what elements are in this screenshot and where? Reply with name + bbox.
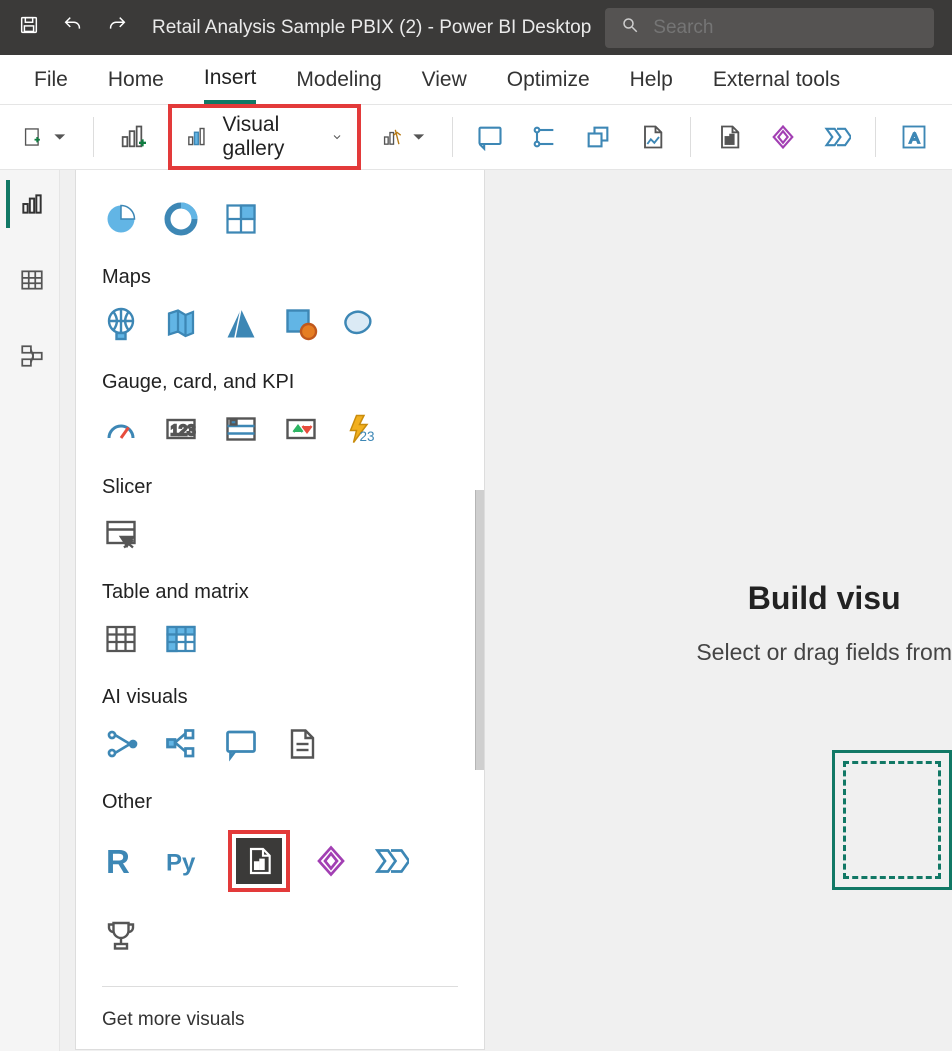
ribbon-separator <box>690 117 691 157</box>
redo-icon[interactable] <box>106 14 128 41</box>
undo-icon[interactable] <box>62 14 84 41</box>
tab-external-tools[interactable]: External tools <box>713 58 840 102</box>
gallery-section-maps: Maps <box>102 266 458 289</box>
shape-map-icon[interactable] <box>342 305 380 343</box>
visual-drop-target-inner <box>843 761 941 879</box>
search-input[interactable] <box>651 16 918 40</box>
paginated-report-visual-highlight[interactable] <box>228 830 290 892</box>
azure-map-icon[interactable] <box>222 305 260 343</box>
treemap-icon[interactable] <box>222 200 260 238</box>
gallery-section-gauge: Gauge, card, and KPI <box>102 371 458 394</box>
ai-visual-button[interactable] <box>377 114 434 160</box>
tab-file[interactable]: File <box>34 58 68 102</box>
gallery-section-slicer: Slicer <box>102 476 458 499</box>
new-page-button[interactable] <box>18 114 75 160</box>
map-globe-icon[interactable] <box>102 305 140 343</box>
new-visual-button[interactable] <box>112 114 152 160</box>
gallery-section-table: Table and matrix <box>102 581 458 604</box>
title-bar: Retail Analysis Sample PBIX (2) - Power … <box>0 0 952 55</box>
svg-text:Py: Py <box>166 850 196 877</box>
save-icon[interactable] <box>18 14 40 41</box>
shapes-button[interactable] <box>578 114 618 160</box>
search-box[interactable] <box>605 8 934 48</box>
smart-narrative-icon[interactable] <box>282 725 320 763</box>
visual-drop-target[interactable] <box>832 750 952 890</box>
gallery-divider <box>102 986 458 987</box>
donut-chart-icon[interactable] <box>162 200 200 238</box>
visual-gallery-label: Visual gallery <box>222 113 316 161</box>
filled-map-icon[interactable] <box>162 305 200 343</box>
canvas-area: Maps Gauge, card, and KPI 123 23 Slicer <box>0 170 952 1051</box>
get-more-visuals-link[interactable]: Get more visuals <box>102 999 458 1031</box>
tab-insert[interactable]: Insert <box>204 56 257 104</box>
key-influencers-icon[interactable] <box>102 725 140 763</box>
r-visual-icon[interactable]: R <box>102 842 140 880</box>
gauge-icon[interactable] <box>102 410 140 448</box>
ribbon-separator <box>452 117 453 157</box>
gallery-scrollbar[interactable] <box>475 490 485 770</box>
svg-text:123: 123 <box>171 422 196 439</box>
visual-gallery-panel: Maps Gauge, card, and KPI 123 23 Slicer <box>75 170 485 1050</box>
paginated-report-button[interactable] <box>709 114 749 160</box>
ribbon-separator <box>875 117 876 157</box>
report-view-button[interactable] <box>6 180 54 228</box>
ribbon-separator <box>93 117 94 157</box>
pie-chart-icon[interactable] <box>102 200 140 238</box>
gallery-section-other: Other <box>102 791 458 814</box>
tab-home[interactable]: Home <box>108 58 164 102</box>
kpi-icon[interactable] <box>282 410 320 448</box>
data-view-button[interactable] <box>6 256 54 304</box>
report-canvas[interactable]: Maps Gauge, card, and KPI 123 23 Slicer <box>60 170 952 1051</box>
power-apps-visual-icon[interactable] <box>312 842 350 880</box>
qna-icon[interactable] <box>222 725 260 763</box>
paginated-report-visual-icon[interactable] <box>236 838 282 884</box>
multi-row-card-icon[interactable] <box>222 410 260 448</box>
slicer-icon[interactable] <box>102 515 140 553</box>
canvas-placeholder: Build visu Select or drag fields from <box>696 580 952 666</box>
python-visual-icon[interactable]: Py <box>162 842 206 880</box>
ribbon-tabs: File Home Insert Modeling View Optimize … <box>0 55 952 105</box>
buttons-button[interactable] <box>524 114 564 160</box>
window-title: Retail Analysis Sample PBIX (2) - Power … <box>152 17 591 39</box>
text-box-button[interactable] <box>470 114 510 160</box>
decomposition-tree-icon[interactable] <box>162 725 200 763</box>
tab-modeling[interactable]: Modeling <box>296 58 381 102</box>
visual-gallery-button[interactable]: Visual gallery <box>168 104 361 170</box>
table-icon[interactable] <box>102 620 140 658</box>
matrix-icon[interactable] <box>162 620 200 658</box>
tab-help[interactable]: Help <box>630 58 673 102</box>
tab-view[interactable]: View <box>422 58 467 102</box>
sparkline-button[interactable]: A <box>894 114 934 160</box>
build-visual-subtext: Select or drag fields from <box>696 639 952 666</box>
card-new-icon[interactable]: 23 <box>342 410 380 448</box>
svg-text:A: A <box>909 130 920 147</box>
power-automate-visual-icon[interactable] <box>372 842 410 880</box>
model-view-button[interactable] <box>6 332 54 380</box>
card-icon[interactable]: 123 <box>162 410 200 448</box>
svg-text:R: R <box>106 843 130 879</box>
build-visual-heading: Build visu <box>696 580 952 617</box>
tab-optimize[interactable]: Optimize <box>507 58 590 102</box>
image-button[interactable] <box>632 114 672 160</box>
trophy-visual-icon[interactable] <box>102 916 140 954</box>
power-automate-button[interactable] <box>817 114 857 160</box>
search-icon <box>621 16 639 39</box>
svg-text:23: 23 <box>360 429 375 444</box>
power-apps-button[interactable] <box>763 114 803 160</box>
arcgis-map-icon[interactable] <box>282 305 320 343</box>
ribbon: Visual gallery A <box>0 105 952 170</box>
chevron-down-icon <box>331 129 343 145</box>
view-rail <box>0 170 60 1051</box>
gallery-section-ai: AI visuals <box>102 686 458 709</box>
